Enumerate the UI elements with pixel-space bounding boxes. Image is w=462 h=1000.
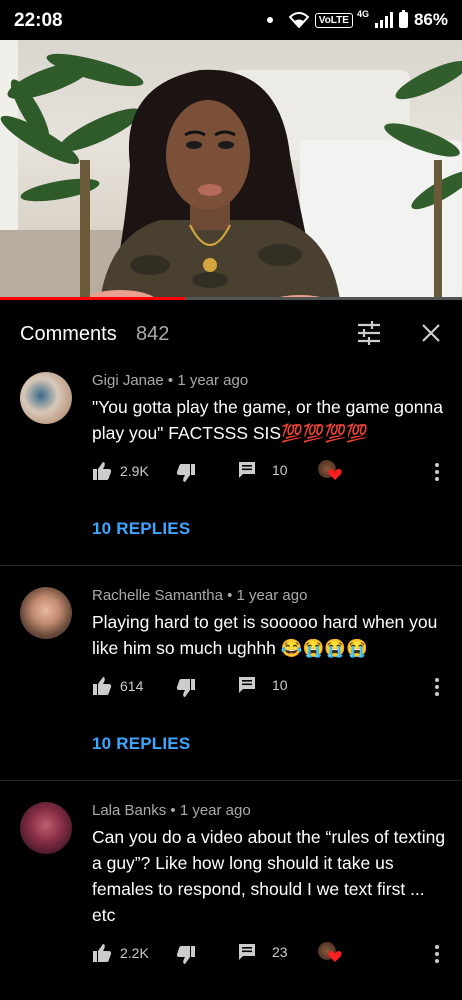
comment-thread: Gigi Janae • 1 year ago "You gotta play … — [0, 362, 462, 566]
creator-heart-icon — [318, 460, 342, 484]
status-time: 22:08 — [14, 10, 63, 31]
like-button[interactable]: 2.2K — [92, 943, 149, 963]
more-options-icon[interactable] — [432, 677, 442, 697]
signal-icon — [374, 12, 393, 28]
comment-thread: Lala Banks • 1 year ago Can you do a vid… — [0, 792, 462, 1000]
status-icons: VoLTE 4G 86% — [266, 9, 448, 30]
divider — [0, 565, 462, 566]
comments-count: 842 — [136, 323, 170, 345]
video-progress-bar[interactable] — [0, 297, 462, 300]
like-count: 614 — [120, 678, 144, 694]
comments-title: Comments — [20, 323, 117, 345]
volte-badge: VoLTE — [314, 12, 353, 28]
comment-thread: Rachelle Samantha • 1 year ago Playing h… — [0, 577, 462, 781]
like-button[interactable]: 2.9K — [92, 461, 149, 481]
comment-time: 1 year ago — [179, 802, 251, 819]
reply-button[interactable]: 23 — [238, 943, 288, 961]
comment-bubble-icon — [239, 462, 255, 478]
view-replies-button[interactable]: 10 REPLIES — [92, 519, 190, 539]
reply-count: 23 — [272, 944, 288, 960]
more-options-icon[interactable] — [432, 462, 442, 482]
more-options-icon[interactable] — [432, 944, 442, 964]
thumbs-up-icon — [93, 944, 112, 962]
reply-count: 10 — [272, 462, 288, 478]
comment-meta: Rachelle Samantha • 1 year ago — [92, 587, 308, 604]
avatar[interactable] — [20, 587, 72, 639]
comment-author[interactable]: Lala Banks — [92, 802, 166, 819]
wifi-icon — [288, 12, 309, 28]
comment-text: Can you do a video about the “rules of t… — [92, 827, 446, 925]
video-progress-fill — [0, 297, 185, 300]
thumbs-down-icon[interactable] — [176, 463, 196, 483]
avatar[interactable] — [20, 802, 72, 854]
thumbs-up-icon — [93, 462, 112, 480]
comment-text: Playing hard to get is sooooo hard when … — [92, 612, 438, 658]
video-presenter-image — [90, 69, 340, 300]
reply-button[interactable]: 10 — [238, 676, 288, 694]
close-icon[interactable] — [420, 322, 442, 344]
avatar[interactable] — [20, 372, 72, 424]
battery-icon — [398, 10, 408, 28]
comment-meta: Gigi Janae • 1 year ago — [92, 372, 249, 389]
comment-bubble-icon — [239, 944, 255, 960]
comment-actions: 2.9K 10 — [92, 458, 452, 488]
thumbs-up-icon — [93, 677, 112, 695]
comment-author[interactable]: Rachelle Samantha — [92, 587, 223, 604]
like-count: 2.2K — [120, 945, 149, 961]
plant-right-image — [384, 60, 462, 300]
creator-heart-icon — [318, 942, 342, 966]
thumbs-down-icon[interactable] — [176, 945, 196, 965]
network-gen: 4G — [356, 9, 369, 19]
sort-filter-icon[interactable] — [356, 320, 382, 346]
comment-meta: Lala Banks • 1 year ago — [92, 802, 251, 819]
comment-time: 1 year ago — [236, 587, 308, 604]
comment-author[interactable]: Gigi Janae — [92, 372, 164, 389]
status-bar: 22:08 VoLTE 4G 86% — [0, 0, 462, 40]
thumbs-down-icon[interactable] — [176, 678, 196, 698]
comment-actions: 2.2K 23 — [92, 940, 452, 970]
view-replies-button[interactable]: 10 REPLIES — [92, 734, 190, 754]
comment-actions: 614 10 — [92, 673, 452, 703]
comments-header: Comments 842 — [0, 310, 462, 360]
battery-percent: 86% — [413, 10, 448, 29]
video-player[interactable] — [0, 40, 462, 300]
comment-time: 1 year ago — [177, 372, 249, 389]
like-button[interactable]: 614 — [92, 676, 143, 696]
notification-dot-icon — [266, 17, 273, 23]
comment-bubble-icon — [239, 677, 255, 693]
like-count: 2.9K — [120, 463, 149, 479]
reply-button[interactable]: 10 — [238, 461, 288, 479]
reply-count: 10 — [272, 677, 288, 693]
comment-text: "You gotta play the game, or the game go… — [92, 397, 443, 443]
divider — [0, 780, 462, 781]
